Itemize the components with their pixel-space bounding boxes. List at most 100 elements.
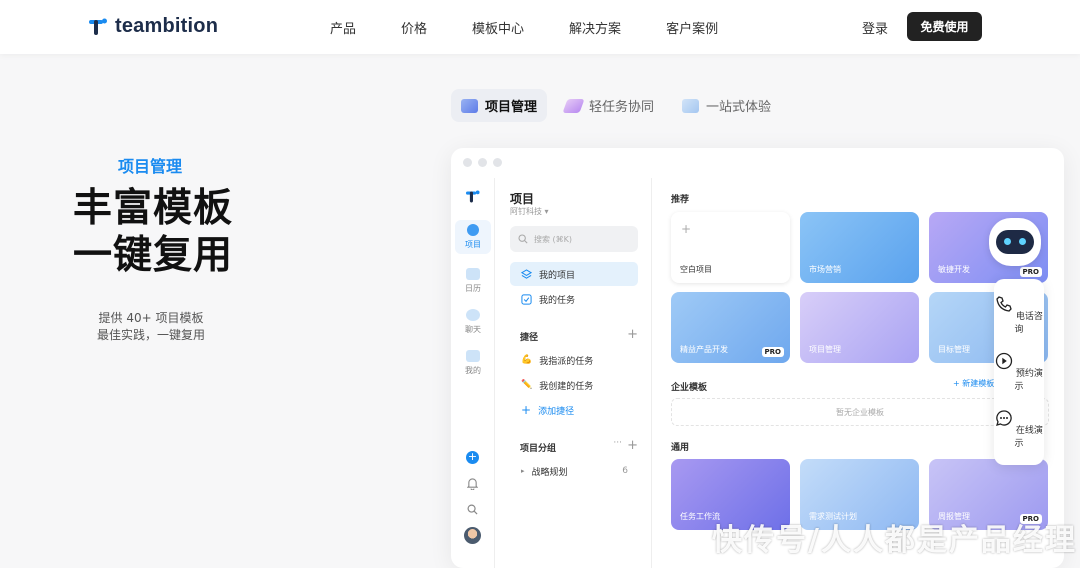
play-icon bbox=[995, 352, 1013, 370]
enterprise-empty-state: 暂无企业模板 bbox=[671, 398, 1049, 426]
phone-icon bbox=[996, 296, 1012, 312]
teambition-logo-icon bbox=[89, 18, 107, 35]
rail-label: 项目 bbox=[465, 240, 481, 249]
nav-item-pricing[interactable]: 价格 bbox=[401, 18, 427, 37]
plus-icon: + bbox=[681, 222, 692, 236]
checkbox-icon bbox=[521, 293, 532, 305]
brand-name: teambition bbox=[115, 15, 219, 37]
recommend-title: 推荐 bbox=[671, 195, 690, 205]
template-card-marketing[interactable]: 市场营销 bbox=[800, 212, 919, 283]
card-label: 空白项目 bbox=[680, 265, 712, 274]
window-controls bbox=[463, 158, 502, 167]
card-label: 敏捷开发 bbox=[938, 265, 970, 274]
rail-label: 日历 bbox=[465, 284, 481, 293]
menu-label: 我的任务 bbox=[539, 295, 576, 306]
float-online-demo[interactable]: 在线演示 bbox=[994, 409, 1044, 449]
hero-title-line1: 丰富模板 bbox=[73, 186, 234, 231]
search-icon[interactable] bbox=[467, 504, 478, 515]
eraser-icon bbox=[562, 98, 585, 113]
project-panel: 项目 阿钉科技 ▾ 搜索 (⌘K) 我的项目 我的任务 捷径 + 💪 我指派的任… bbox=[496, 178, 652, 568]
search-icon bbox=[518, 234, 528, 244]
message-icon bbox=[996, 410, 1012, 426]
rail-item-project[interactable]: 项目 bbox=[455, 220, 491, 254]
brand-logo[interactable]: teambition bbox=[88, 15, 218, 38]
hero-description: 提供 40+ 项目模板 最佳实践，一键复用 bbox=[96, 310, 206, 344]
calendar-icon bbox=[466, 268, 480, 280]
hand-emoji-icon: 💪 bbox=[521, 355, 533, 365]
card-label: 目标管理 bbox=[938, 345, 970, 354]
shortcuts-header: 捷径 + bbox=[520, 327, 638, 343]
hero-title-line2: 一键复用 bbox=[73, 233, 234, 278]
contact-float-menu: 电话咨询 预约演示 在线演示 bbox=[994, 279, 1044, 465]
tab-one-stop[interactable]: 一站式体验 bbox=[672, 89, 781, 122]
plus-icon: + bbox=[521, 403, 532, 417]
project-groups-header: 项目分组 ··· + bbox=[520, 438, 638, 454]
menu-my-tasks[interactable]: 我的任务 bbox=[510, 287, 638, 311]
tab-label: 项目管理 bbox=[485, 100, 538, 115]
more-icon[interactable]: ··· bbox=[613, 438, 622, 448]
monitor-icon bbox=[682, 98, 700, 113]
feature-tabs: 项目管理 轻任务协同 一站式体验 bbox=[451, 89, 781, 122]
add-shortcut-link[interactable]: + 添加捷径 bbox=[510, 398, 638, 422]
create-plus-icon[interactable]: + bbox=[466, 451, 479, 464]
template-card-blank[interactable]: + 空白项目 bbox=[671, 212, 790, 283]
main-nav: 产品 价格 模板中心 解决方案 客户案例 bbox=[330, 18, 763, 37]
avatar[interactable] bbox=[464, 527, 481, 544]
tab-light-task[interactable]: 轻任务协同 bbox=[555, 89, 664, 122]
folder-icon bbox=[461, 98, 478, 113]
tab-label: 轻任务协同 bbox=[589, 100, 655, 115]
menu-label: 我的项目 bbox=[539, 270, 576, 281]
project-icon bbox=[467, 224, 479, 236]
menu-label: 我创建的任务 bbox=[539, 381, 594, 392]
menu-label: 我指派的任务 bbox=[539, 356, 594, 367]
pro-badge: PRO bbox=[1019, 267, 1042, 277]
free-trial-button[interactable]: 免费使用 bbox=[907, 12, 982, 41]
group-item[interactable]: ▸ 战略规划 6 bbox=[510, 459, 638, 483]
template-card-pm[interactable]: 项目管理 bbox=[800, 292, 919, 363]
window-dot bbox=[463, 158, 472, 167]
menu-label: 添加捷径 bbox=[538, 406, 575, 417]
nav-item-product[interactable]: 产品 bbox=[330, 18, 356, 37]
nav-item-solutions[interactable]: 解决方案 bbox=[569, 18, 621, 37]
search-input[interactable]: 搜索 (⌘K) bbox=[510, 226, 638, 252]
nav-item-cases[interactable]: 客户案例 bbox=[666, 18, 718, 37]
bell-icon[interactable] bbox=[467, 478, 478, 490]
window-dot bbox=[493, 158, 502, 167]
caret-right-icon: ▸ bbox=[521, 467, 525, 475]
menu-my-projects[interactable]: 我的项目 bbox=[510, 262, 638, 286]
add-group-plus-icon[interactable]: + bbox=[627, 438, 638, 453]
float-phone-consult[interactable]: 电话咨询 bbox=[994, 295, 1044, 335]
window-dot bbox=[478, 158, 487, 167]
rail-item-calendar[interactable]: 日历 bbox=[455, 268, 491, 294]
menu-created-tasks[interactable]: ✏️ 我创建的任务 bbox=[510, 373, 638, 397]
group-count: 6 bbox=[622, 466, 628, 476]
app-rail: 项目 日历 聊天 我的 + bbox=[451, 178, 495, 568]
nav-item-templates[interactable]: 模板中心 bbox=[472, 18, 524, 37]
tab-project-management[interactable]: 项目管理 bbox=[451, 89, 548, 122]
robot-assistant-icon[interactable] bbox=[989, 218, 1041, 266]
layers-icon bbox=[521, 268, 532, 279]
panel-title: 项目 bbox=[510, 192, 535, 206]
rail-item-me[interactable]: 我的 bbox=[455, 350, 491, 376]
add-shortcut-plus-icon[interactable]: + bbox=[627, 327, 638, 342]
general-title: 通用 bbox=[671, 443, 690, 453]
float-book-demo[interactable]: 预约演示 bbox=[994, 352, 1044, 392]
top-navbar: teambition 产品 价格 模板中心 解决方案 客户案例 登录 免费使用 bbox=[0, 0, 1080, 54]
group-label: 战略规划 bbox=[531, 467, 568, 478]
float-label: 预约演示 bbox=[1014, 369, 1043, 392]
hero-title: 丰富模板 一键复用 bbox=[73, 185, 233, 279]
rail-label: 我的 bbox=[465, 366, 481, 375]
new-template-link[interactable]: + 新建模板 bbox=[953, 378, 994, 389]
org-switcher[interactable]: 阿钉科技 ▾ bbox=[510, 206, 549, 217]
hero-desc-line2: 最佳实践，一键复用 bbox=[96, 328, 205, 342]
section-title: 捷径 bbox=[520, 333, 539, 343]
menu-assigned-tasks[interactable]: 💪 我指派的任务 bbox=[510, 348, 638, 372]
me-icon bbox=[466, 350, 480, 362]
template-card-lean[interactable]: 精益产品开发 PRO bbox=[671, 292, 790, 363]
app-preview-window: 项目 日历 聊天 我的 + 项目 阿钉科技 ▾ 搜索 (⌘K) 我的项目 我的任… bbox=[451, 148, 1064, 568]
login-link[interactable]: 登录 bbox=[862, 18, 888, 37]
pro-badge: PRO bbox=[761, 347, 784, 357]
rail-label: 聊天 bbox=[465, 325, 481, 334]
hero-desc-line1: 提供 40+ 项目模板 bbox=[98, 311, 204, 325]
rail-item-chat[interactable]: 聊天 bbox=[455, 309, 491, 335]
